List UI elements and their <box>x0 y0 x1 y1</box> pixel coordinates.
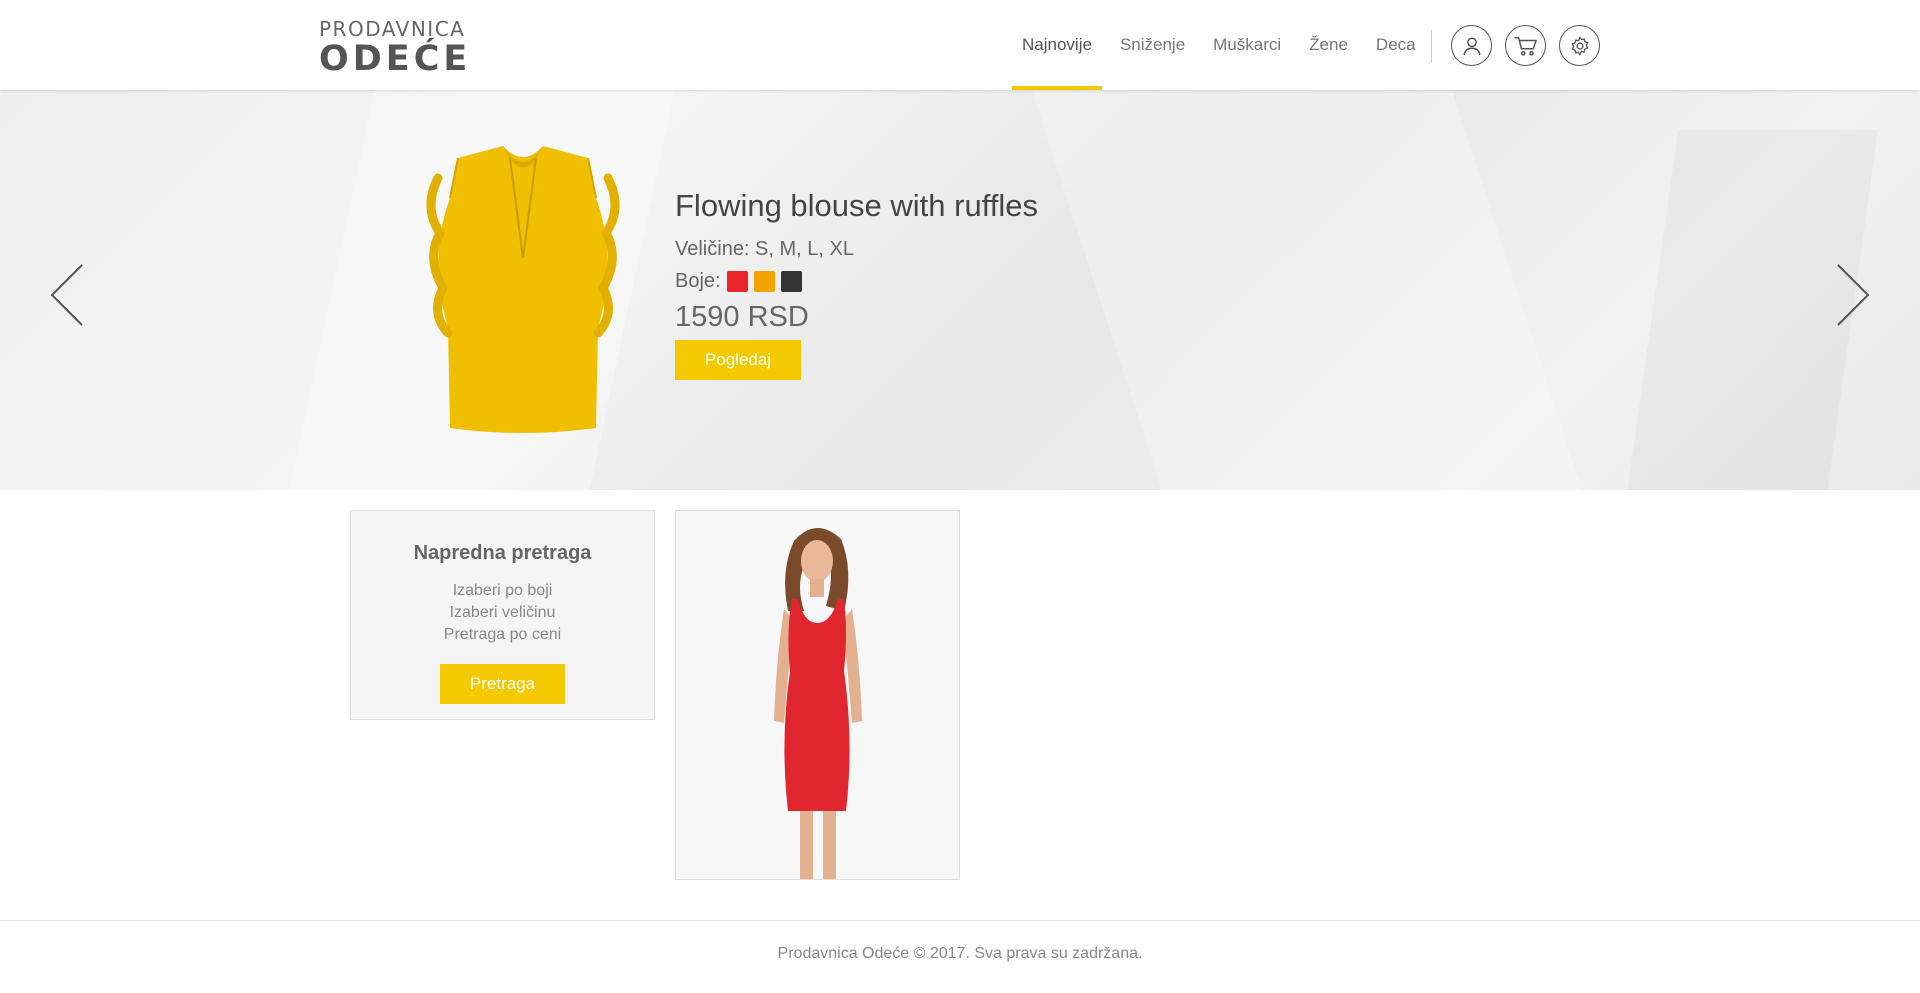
color-swatch-red[interactable] <box>726 270 748 292</box>
product-card[interactable] <box>675 510 960 880</box>
settings-icon <box>1571 36 1588 55</box>
product-image-blouse[interactable] <box>418 138 628 438</box>
chevron-right-icon <box>1837 264 1870 326</box>
nav-item-najnovije[interactable]: Najnovije <box>1010 0 1104 90</box>
hero-product-price: 1590 RSD <box>675 301 809 333</box>
filter-by-price-link[interactable]: Pretraga po ceni <box>351 624 654 646</box>
hero-background-facet <box>1012 90 1608 490</box>
hero-slider: Flowing blouse with ruffles Veličine: S,… <box>0 90 1920 490</box>
nav-item-snizenje[interactable]: Sniženje <box>1108 0 1197 90</box>
account-button[interactable] <box>1451 25 1492 66</box>
hero-product-title: Flowing blouse with ruffles <box>675 188 1038 223</box>
view-product-button[interactable]: Pogledaj <box>675 340 801 380</box>
cart-icon <box>1513 36 1537 56</box>
advanced-search-panel: Napredna pretraga Izaberi po boji Izaber… <box>350 510 655 720</box>
slider-prev-arrow[interactable] <box>46 255 96 335</box>
footer-divider <box>0 920 1920 921</box>
search-button[interactable]: Pretraga <box>440 664 565 704</box>
slider-next-arrow[interactable] <box>1826 255 1876 335</box>
main-nav: Najnovije Sniženje Muškarci Žene Deca <box>1010 0 1432 90</box>
user-icon <box>1462 36 1481 55</box>
logo-bottom-text: ODEĆE <box>319 39 472 79</box>
filter-by-size-link[interactable]: Izaberi veličinu <box>351 602 654 624</box>
hero-product-info: Flowing blouse with ruffles Veličine: S,… <box>675 188 1038 380</box>
site-logo[interactable]: PRODAVNICA ODEĆE <box>319 18 471 78</box>
color-swatch-black[interactable] <box>780 270 802 292</box>
nav-divider <box>1431 30 1432 63</box>
hero-product-colors: Boje: <box>675 268 1038 294</box>
cart-button[interactable] <box>1505 25 1546 66</box>
footer-copyright: Prodavnica Odeće © 2017. Sva prava su za… <box>777 945 1143 962</box>
colors-label: Boje: <box>675 270 721 292</box>
logo-top-text: PRODAVNICA <box>319 17 466 41</box>
search-filter-list: Izaberi po boji Izaberi veličinu Pretrag… <box>351 580 654 646</box>
nav-item-muskarci[interactable]: Muškarci <box>1201 0 1293 90</box>
site-header: PRODAVNICA ODEĆE Najnovije Sniženje Mušk… <box>0 0 1920 90</box>
settings-button[interactable] <box>1559 25 1600 66</box>
advanced-search-title: Napredna pretraga <box>413 542 592 564</box>
filter-by-color-link[interactable]: Izaberi po boji <box>351 580 654 602</box>
hero-product-sizes: Veličine: S, M, L, XL <box>675 238 854 260</box>
color-swatch-orange[interactable] <box>753 270 775 292</box>
nav-item-deca[interactable]: Deca <box>1364 0 1428 90</box>
product-image-red-dress <box>676 511 959 879</box>
chevron-left-icon <box>50 264 83 326</box>
nav-item-zene[interactable]: Žene <box>1297 0 1360 90</box>
